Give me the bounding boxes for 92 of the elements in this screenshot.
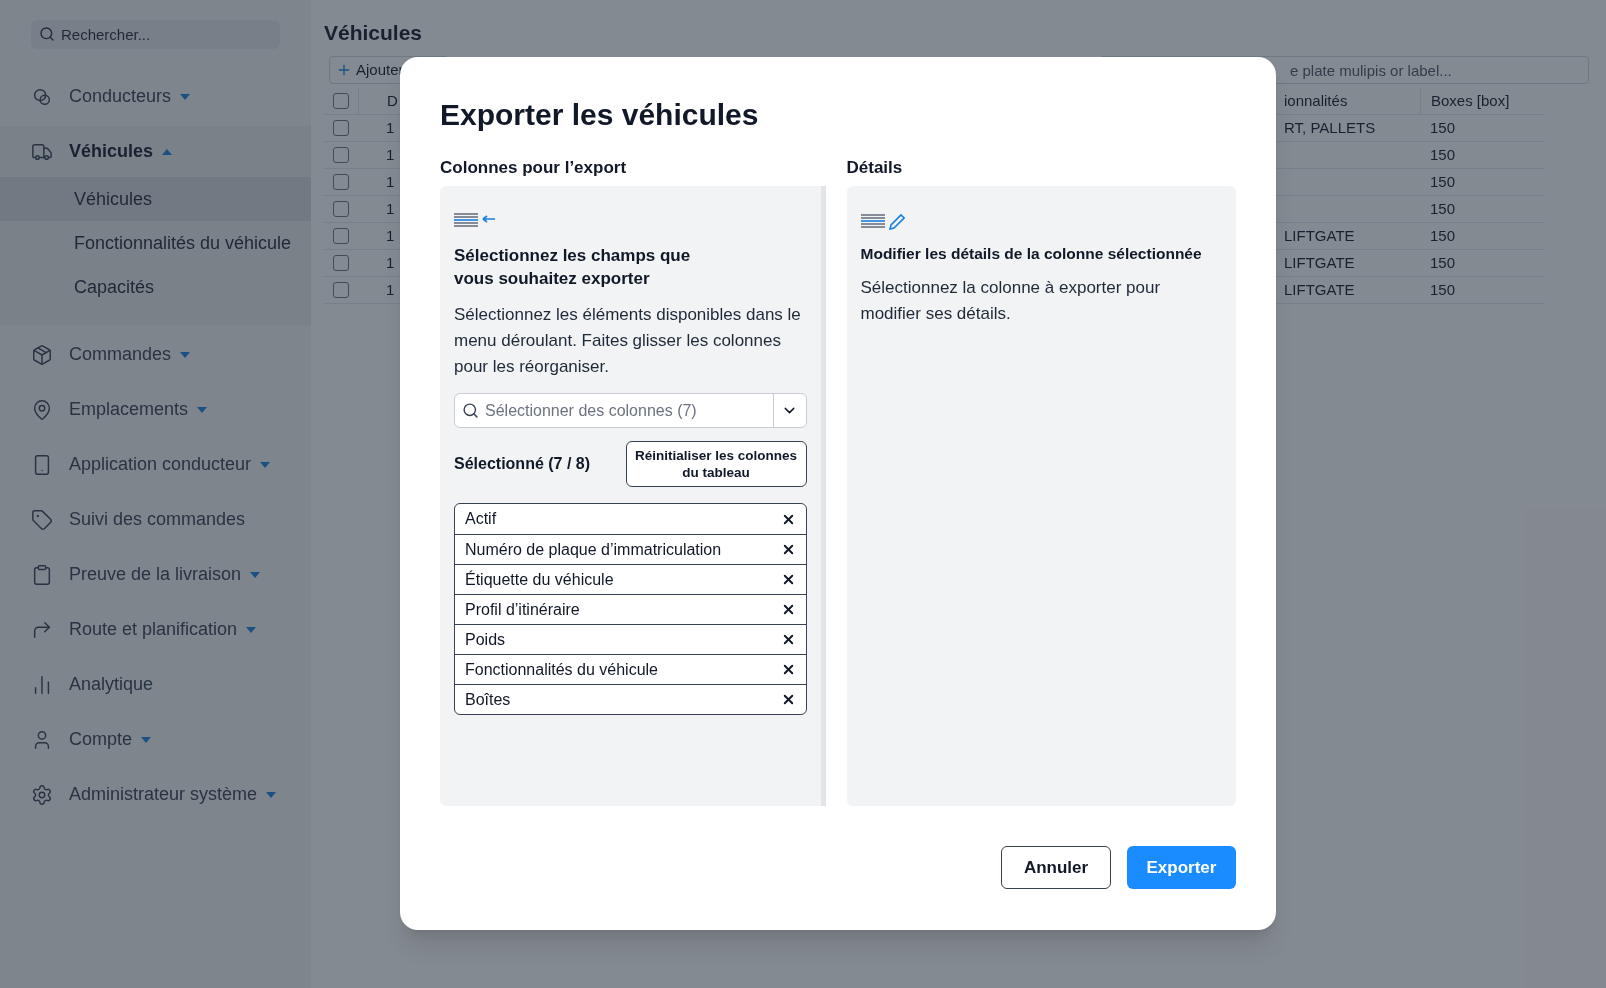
section-heading: Détails <box>846 157 903 179</box>
column-name: Fonctionnalités du véhicule <box>465 659 658 680</box>
tag-icon <box>31 508 53 531</box>
nav-item[interactable]: Route et planification <box>0 604 311 655</box>
selected-count: Sélectionné (7 / 8) <box>454 454 591 474</box>
nav-label: Administrateur système <box>69 783 258 806</box>
nav-item[interactable]: Compte <box>0 714 311 765</box>
panel-heading: Modifier les détails de la colonne sélectionnée <box>860 244 1202 264</box>
nav-label: Preuve de la livraison <box>69 563 242 586</box>
nav-item[interactable]: Administrateur système <box>0 769 311 820</box>
checkbox[interactable] <box>333 282 349 298</box>
nav-subitem[interactable]: Capacités <box>0 265 311 309</box>
table-cell-text: 1 <box>386 279 395 300</box>
table-cell-text: RT, PALLETS <box>1284 117 1376 138</box>
selected-column-item[interactable]: Numéro de plaque d’immatriculation <box>455 534 806 564</box>
list-arrow-icon <box>454 213 496 227</box>
settings-icon <box>31 783 53 806</box>
nav-item[interactable]: Suivi des commandes <box>0 494 311 545</box>
column-name: Poids <box>465 629 506 650</box>
table-cell-text: 1 <box>386 252 395 273</box>
checkbox[interactable] <box>333 120 349 136</box>
map-pin-icon <box>31 398 53 421</box>
column-header: ionnalités <box>1284 90 1348 111</box>
table-cell-text: 1 <box>386 117 395 138</box>
selected-column-item[interactable]: Étiquette du véhicule <box>455 564 806 594</box>
column-header: Boxes [box] <box>1431 90 1510 111</box>
column-name: Boîtes <box>465 689 511 710</box>
selected-column-item[interactable]: Boîtes <box>455 684 806 714</box>
table-cell-text: 1 <box>386 198 395 219</box>
cancel-button[interactable]: Annuler <box>1001 846 1111 889</box>
search-icon <box>462 402 479 419</box>
page-title: Véhicules <box>324 20 423 46</box>
table-cell-text: 150 <box>1430 117 1456 138</box>
nav-item[interactable]: Emplacements <box>0 384 311 435</box>
column-name: Profil d’itinéraire <box>465 599 580 620</box>
selected-column-item[interactable]: Poids <box>455 624 806 654</box>
checkbox[interactable] <box>333 93 349 109</box>
export-button[interactable]: Exporter <box>1127 846 1236 889</box>
checkbox[interactable] <box>333 255 349 271</box>
checkbox[interactable] <box>333 201 349 217</box>
panel-description: Sélectionnez les éléments disponibles dans le menu déroulant. Faites glisser les colonnes pour les réorganiser. <box>454 304 802 378</box>
search-icon <box>39 26 55 42</box>
box-icon <box>31 343 53 366</box>
column-name: Numéro de plaque d’immatriculation <box>465 539 722 560</box>
search-field[interactable]: Rechercher... <box>31 20 280 49</box>
nav-item[interactable]: Preuve de la livraison <box>0 549 311 600</box>
checkbox[interactable] <box>333 228 349 244</box>
table-cell-text: 150 <box>1430 279 1456 300</box>
selected-column-item[interactable]: Actif <box>455 504 806 534</box>
table-cell-text: 1 <box>386 144 395 165</box>
column-name: Étiquette du véhicule <box>465 569 614 590</box>
table-cell-text: LIFTGATE <box>1284 279 1355 300</box>
nav-label: Commandes <box>69 343 172 366</box>
nav-item[interactable]: Commandes <box>0 329 311 380</box>
nav-subitem[interactable]: Véhicules <box>0 177 311 221</box>
column-header: D <box>387 90 398 111</box>
plus-icon <box>336 62 352 78</box>
nav-label: Analytique <box>69 673 154 696</box>
checkbox[interactable] <box>333 147 349 163</box>
nav-label: Conducteurs <box>69 85 172 108</box>
nav-item[interactable]: Application conducteur <box>0 439 311 490</box>
nav-label: Application conducteur <box>69 453 252 476</box>
table-cell-text: 1 <box>386 171 395 192</box>
table-cell-text: LIFTGATE <box>1284 225 1355 246</box>
table-cell-text: 150 <box>1430 144 1456 165</box>
selected-column-item[interactable]: Profil d’itinéraire <box>455 594 806 624</box>
checkbox[interactable] <box>333 174 349 190</box>
table-cell-text: LIFTGATE <box>1284 252 1355 273</box>
nav-item[interactable]: Conducteurs <box>0 71 311 122</box>
nav-label: Suivi des commandes <box>69 508 246 531</box>
section-heading: Colonnes pour l’export <box>440 157 627 179</box>
table-cell-text: 1 <box>386 225 395 246</box>
panel-description: Sélectionnez la colonne à exporter pour modifier ses détails. <box>860 277 1162 325</box>
nav-label: Emplacements <box>69 398 189 421</box>
table-cell-text: 150 <box>1430 198 1456 219</box>
nav-item[interactable]: Véhicules <box>0 126 311 177</box>
column-select[interactable]: Sélectionner des colonnes (7) <box>454 393 807 428</box>
table-cell-text: 150 <box>1430 252 1456 273</box>
table-cell-text: 150 <box>1430 225 1456 246</box>
nav-label: Compte <box>69 728 133 751</box>
nav-label: Véhicules <box>69 140 154 163</box>
nav-label: Route et planification <box>69 618 238 641</box>
table-cell-text: 150 <box>1430 171 1456 192</box>
panel-heading: Sélectionnez les champs que vous souhaitez exporter <box>454 245 692 290</box>
nav-subitem[interactable]: Fonctionnalités du véhicule <box>0 221 311 265</box>
reset-columns-button[interactable]: Réinitialiser les colonnes du tableau <box>625 441 807 487</box>
list-pencil-icon <box>860 212 905 230</box>
dialog-title: Exporter les véhicules <box>440 97 759 133</box>
nav-item[interactable]: Analytique <box>0 659 311 710</box>
selected-column-item[interactable]: Fonctionnalités du véhicule <box>455 654 806 684</box>
clipboard-icon <box>31 563 53 586</box>
column-name: Actif <box>465 509 497 529</box>
